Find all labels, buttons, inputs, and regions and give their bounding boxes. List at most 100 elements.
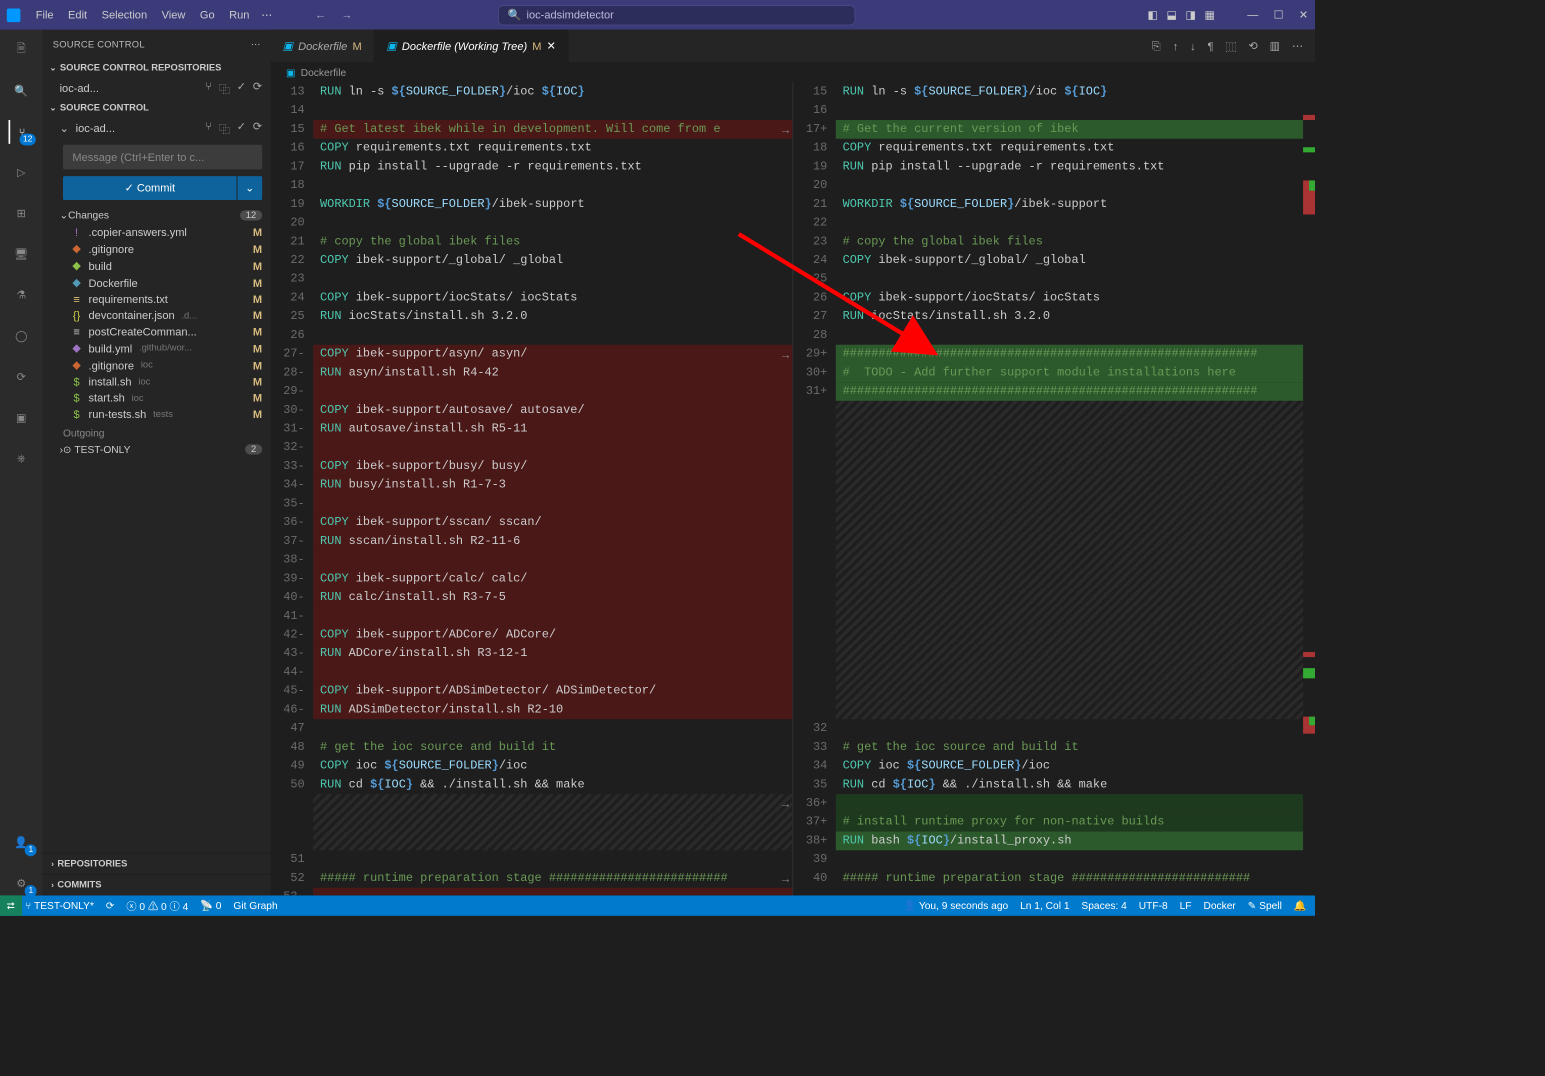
menu-view[interactable]: View <box>155 5 192 25</box>
menu-overflow-icon[interactable]: ⋯ <box>261 8 272 22</box>
code-line[interactable] <box>836 626 1315 645</box>
code-line[interactable]: WORKDIR ${SOURCE_FOLDER}/ibek-support <box>313 195 792 214</box>
account-icon[interactable]: 👤1 <box>9 831 33 855</box>
split-icon[interactable]: ▥ <box>1270 39 1280 53</box>
code-line[interactable]: RUN asyn/install.sh R4-42 <box>313 363 792 382</box>
commit-button[interactable]: ✓ Commit <box>63 176 237 200</box>
sidebar-more-icon[interactable]: ⋯ <box>251 39 261 50</box>
code-line[interactable] <box>313 382 792 401</box>
code-line[interactable]: COPY ibek-support/asyn/ asyn/ <box>313 345 792 364</box>
status-encoding[interactable]: UTF-8 <box>1139 900 1168 912</box>
overview-ruler[interactable] <box>1303 83 1315 896</box>
code-line[interactable]: COPY ibek-support/ADCore/ ADCore/ <box>313 626 792 645</box>
status-spell[interactable]: ✎ Spell <box>1248 900 1282 912</box>
file-row[interactable]: {}devcontainer.json.d...M <box>43 307 271 323</box>
code-line[interactable] <box>836 101 1315 120</box>
status-lang[interactable]: Docker <box>1203 900 1235 912</box>
graph-icon[interactable]: ⿻ <box>219 120 230 136</box>
branch-icon[interactable]: ⑂ <box>205 120 212 136</box>
status-sync-icon[interactable]: ⟳ <box>106 900 115 912</box>
file-row[interactable]: $run-tests.shtestsM <box>43 406 271 422</box>
code-line[interactable]: WORKDIR ${SOURCE_FOLDER}/ibek-support <box>836 195 1315 214</box>
revert-change-icon[interactable]: → <box>782 346 789 365</box>
code-line[interactable]: # Get the current version of ibek <box>836 120 1315 139</box>
diff-original-pane[interactable]: 131415161718192021222324252627-28-29-30-… <box>271 83 794 896</box>
diff-editor[interactable]: 131415161718192021222324252627-28-29-30-… <box>271 83 1315 896</box>
revert-change-icon[interactable]: → <box>782 122 789 141</box>
code-line[interactable]: RUN pip install --upgrade -r requirement… <box>313 157 792 176</box>
prev-change-icon[interactable]: ↑ <box>1173 40 1179 53</box>
commits-section[interactable]: ›COMMITS <box>43 874 271 895</box>
github-actions-icon[interactable]: ⟳ <box>9 365 33 389</box>
code-line[interactable]: ########################################… <box>836 345 1315 364</box>
code-line[interactable]: ##### runtime preparation stage ########… <box>836 869 1315 888</box>
menu-file[interactable]: File <box>29 5 60 25</box>
code-line[interactable] <box>313 495 792 514</box>
code-line[interactable] <box>836 719 1315 738</box>
tab-dockerfile[interactable]: ▣ Dockerfile M <box>271 30 375 62</box>
menu-run[interactable]: Run <box>222 5 256 25</box>
status-eol[interactable]: LF <box>1180 900 1192 912</box>
code-line[interactable]: COPY ioc ${SOURCE_FOLDER}/ioc <box>313 757 792 776</box>
code-line[interactable] <box>836 495 1315 514</box>
tab-dockerfile-working[interactable]: ▣ Dockerfile (Working Tree) M ✕ <box>374 30 568 62</box>
sync-icon[interactable]: ⟳ <box>253 120 262 136</box>
file-row[interactable]: $install.shiocM <box>43 374 271 390</box>
code-line[interactable]: COPY requirements.txt requirements.txt <box>313 139 792 158</box>
code-line[interactable] <box>836 850 1315 869</box>
code-line[interactable] <box>836 663 1315 682</box>
code-line[interactable] <box>836 588 1315 607</box>
code-line[interactable] <box>836 270 1315 289</box>
code-line[interactable] <box>836 420 1315 439</box>
whitespace-icon[interactable]: ¶ <box>1208 40 1214 53</box>
breadcrumb[interactable]: ▣ Dockerfile <box>271 62 1315 82</box>
next-change-icon[interactable]: ↓ <box>1190 40 1196 53</box>
code-line[interactable] <box>836 214 1315 233</box>
status-branch[interactable]: ⑂ TEST-ONLY* <box>25 900 94 912</box>
code-line[interactable] <box>836 569 1315 588</box>
file-row[interactable]: ≡postCreateComman...M <box>43 323 271 339</box>
code-line[interactable] <box>313 663 792 682</box>
code-line[interactable]: COPY ibek-support/iocStats/ iocStats <box>313 289 792 308</box>
file-row[interactable]: $start.shiocM <box>43 390 271 406</box>
code-line[interactable]: RUN bash ${IOC}/install_proxy.sh <box>836 832 1315 851</box>
file-row[interactable]: ◆.gitignoreM <box>43 240 271 257</box>
explorer-icon[interactable]: 🗎 <box>9 38 33 62</box>
file-row[interactable]: ≡requirements.txtM <box>43 291 271 307</box>
code-line[interactable]: # get the ioc source and build it <box>836 738 1315 757</box>
remote-explorer-icon[interactable]: 🖥 <box>9 243 33 267</box>
close-icon[interactable]: ✕ <box>1299 8 1308 22</box>
code-line[interactable] <box>836 532 1315 551</box>
code-line[interactable] <box>836 551 1315 570</box>
code-line[interactable]: ##### runtime preparation stage ########… <box>313 869 792 888</box>
code-line[interactable]: ########################################… <box>836 382 1315 401</box>
code-line[interactable] <box>313 551 792 570</box>
code-line[interactable] <box>836 682 1315 701</box>
code-line[interactable] <box>313 101 792 120</box>
code-line[interactable]: RUN pip install --upgrade -r requirement… <box>836 157 1315 176</box>
layout-right-icon[interactable]: ◨ <box>1185 8 1195 22</box>
status-blame[interactable]: 👤 You, 9 seconds ago <box>903 900 1008 912</box>
code-line[interactable]: COPY ioc ${SOURCE_FOLDER}/ioc <box>836 757 1315 776</box>
file-row[interactable]: !.copier-answers.ymlM <box>43 224 271 240</box>
testing-icon[interactable]: ⚗ <box>9 283 33 307</box>
code-line[interactable]: RUN autosave/install.sh R5-11 <box>313 420 792 439</box>
commit-dropdown[interactable]: ⌄ <box>237 176 263 200</box>
code-line[interactable]: COPY ibek-support/ADSimDetector/ ADSimDe… <box>313 682 792 701</box>
more-icon[interactable]: ⋯ <box>1292 39 1303 53</box>
status-spaces[interactable]: Spaces: 4 <box>1081 900 1126 912</box>
code-line[interactable] <box>313 607 792 626</box>
close-tab-icon[interactable]: ✕ <box>547 39 556 53</box>
code-line[interactable]: # copy the global ibek files <box>836 232 1315 251</box>
search-icon[interactable]: 🔍 <box>9 79 33 103</box>
code-line[interactable]: RUN cd ${IOC} && ./install.sh && make <box>836 775 1315 794</box>
code-line[interactable]: # TODO - Add further support module inst… <box>836 363 1315 382</box>
code-line[interactable] <box>836 513 1315 532</box>
code-line[interactable] <box>836 176 1315 195</box>
layout-bottom-icon[interactable]: ⬓ <box>1166 8 1176 22</box>
file-row[interactable]: ◆.gitignoreiocM <box>43 357 271 374</box>
command-center[interactable]: 🔍 ioc-adsimdetector <box>498 5 855 25</box>
code-line[interactable] <box>313 832 792 851</box>
section-repositories[interactable]: ⌄ SOURCE CONTROL REPOSITORIES <box>43 60 271 77</box>
code-line[interactable]: RUN ln -s ${SOURCE_FOLDER}/ioc ${IOC} <box>836 83 1315 102</box>
